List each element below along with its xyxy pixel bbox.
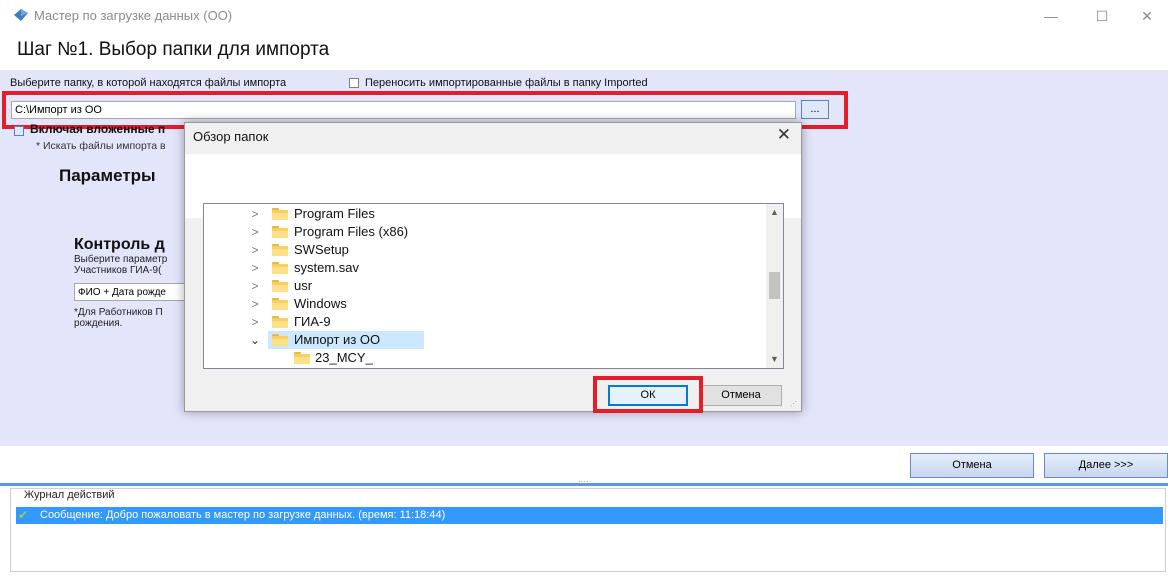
tree-item-selected[interactable]: ⌄ Импорт из ОО	[204, 331, 764, 349]
chevron-right-icon[interactable]: >	[250, 223, 260, 241]
tree-item-label: Импорт из ОО	[294, 332, 381, 347]
tree-item[interactable]: > system.sav	[204, 259, 764, 277]
close-button[interactable]: ✕	[1130, 4, 1164, 28]
highlight-ok-box	[593, 376, 703, 413]
chevron-right-icon[interactable]: >	[250, 313, 260, 331]
folder-open-icon	[272, 334, 288, 346]
folder-tree[interactable]: > Program Files > Program Files (x86) > …	[203, 203, 784, 369]
tree-item[interactable]: > Program Files	[204, 205, 764, 223]
tree-item[interactable]: > usr	[204, 277, 764, 295]
include-subfolders-note: * Искать файлы импорта в	[36, 140, 166, 152]
folder-icon	[294, 352, 310, 364]
journal-panel	[10, 488, 1166, 572]
tree-item[interactable]: 23_MCY_	[204, 349, 764, 367]
tree-item-label: ГИА-9	[294, 314, 331, 329]
browse-folder-dialog: Обзор папок ✕ > Program Files > Program …	[184, 122, 802, 412]
scroll-down-icon[interactable]: ▼	[766, 351, 783, 368]
tree-item-label: Program Files (x86)	[294, 224, 409, 239]
folder-icon	[272, 226, 288, 238]
include-subfolders-checkbox[interactable]	[14, 126, 24, 136]
dialog-cancel-button[interactable]: Отмена	[700, 385, 782, 406]
chevron-right-icon[interactable]: >	[250, 205, 260, 223]
folder-icon	[272, 280, 288, 292]
minimize-button[interactable]: —	[1034, 4, 1068, 28]
control-heading: Контроль д	[74, 236, 165, 253]
include-subfolders-label: Включая вложенные п	[30, 122, 166, 136]
folder-icon	[272, 244, 288, 256]
scrollbar-thumb[interactable]	[769, 272, 780, 299]
control-desc-line1: Выберите параметр	[74, 254, 168, 265]
control-desc-line2: Участников ГИА-9(	[74, 265, 162, 276]
journal-entry[interactable]: ✔ Сообщение: Добро пожаловать в мастер п…	[16, 507, 1163, 524]
folder-icon	[272, 262, 288, 274]
tree-item-label: 23_MCY_	[315, 350, 373, 365]
journal-entry-text: Сообщение: Добро пожаловать в мастер по …	[40, 509, 446, 521]
params-heading: Параметры	[59, 166, 156, 185]
tree-item[interactable]: > Windows	[204, 295, 764, 313]
journal-title: Журнал действий	[24, 489, 115, 501]
tree-item-label: system.sav	[294, 260, 360, 275]
move-imported-checkbox[interactable]	[349, 78, 359, 88]
wizard-next-button[interactable]: Далее >>>	[1044, 453, 1168, 478]
tree-item-label: usr	[294, 278, 313, 293]
tree-item[interactable]: > ГИА-9	[204, 313, 764, 331]
scroll-up-icon[interactable]: ▲	[766, 204, 783, 221]
folder-icon	[272, 208, 288, 220]
chevron-right-icon[interactable]: >	[250, 277, 260, 295]
control-note-line2: рождения.	[74, 318, 123, 329]
control-note-line1: *Для Работников П	[74, 307, 163, 318]
folder-icon	[272, 298, 288, 310]
resize-grip-icon[interactable]: ⋰	[790, 400, 798, 408]
wizard-cancel-button[interactable]: Отмена	[910, 453, 1034, 478]
splitter-grip-icon[interactable]: ·····	[578, 478, 594, 486]
tree-item[interactable]: > Program Files (x86)	[204, 223, 764, 241]
step-title: Шаг №1. Выбор папки для импорта	[17, 39, 330, 60]
dialog-close-icon[interactable]: ✕	[777, 125, 791, 145]
chevron-right-icon[interactable]: >	[250, 241, 260, 259]
chevron-right-icon[interactable]: >	[250, 259, 260, 277]
title-bar: Мастер по загрузке данных (ОО) — ☐ ✕	[0, 0, 1168, 32]
select-folder-label: Выберите папку, в которой находятся файл…	[10, 77, 287, 89]
tree-scrollbar[interactable]: ▲ ▼	[766, 204, 783, 368]
app-logo-icon	[14, 9, 28, 21]
tree-item[interactable]: > SWSetup	[204, 241, 764, 259]
dialog-title: Обзор папок	[193, 129, 269, 144]
move-imported-label: Переносить импортированные файлы в папку…	[365, 77, 648, 89]
window-title: Мастер по загрузке данных (ОО)	[34, 8, 233, 23]
tree-item-label: Windows	[294, 296, 347, 311]
check-icon: ✔	[18, 508, 29, 522]
tree-item-label: SWSetup	[294, 242, 349, 257]
folder-icon	[272, 316, 288, 328]
chevron-right-icon[interactable]: >	[250, 295, 260, 313]
tree-item-label: Program Files	[294, 206, 375, 221]
chevron-down-icon[interactable]: ⌄	[250, 331, 260, 349]
maximize-button[interactable]: ☐	[1085, 4, 1119, 28]
